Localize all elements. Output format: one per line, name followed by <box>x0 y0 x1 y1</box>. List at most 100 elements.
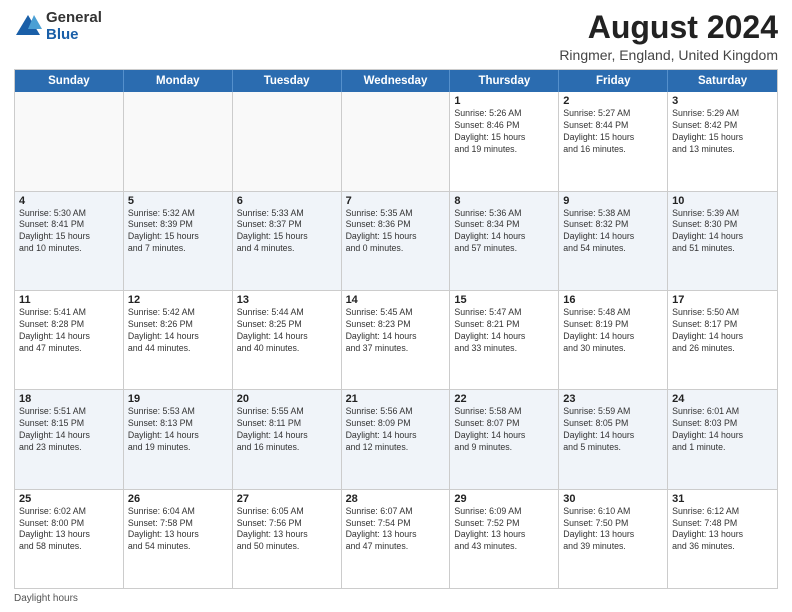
calendar-cell: 31Sunrise: 6:12 AM Sunset: 7:48 PM Dayli… <box>668 490 777 588</box>
cell-info: Sunrise: 6:04 AM Sunset: 7:58 PM Dayligh… <box>128 506 228 554</box>
logo-general: General <box>46 10 102 27</box>
calendar-week-1: 1Sunrise: 5:26 AM Sunset: 8:46 PM Daylig… <box>15 92 777 191</box>
logo-text: General Blue <box>46 10 102 43</box>
day-number: 1 <box>454 95 554 107</box>
calendar-cell: 27Sunrise: 6:05 AM Sunset: 7:56 PM Dayli… <box>233 490 342 588</box>
day-number: 23 <box>563 393 663 405</box>
day-number: 31 <box>672 493 773 505</box>
cell-info: Sunrise: 5:53 AM Sunset: 8:13 PM Dayligh… <box>128 406 228 454</box>
cell-info: Sunrise: 6:05 AM Sunset: 7:56 PM Dayligh… <box>237 506 337 554</box>
cell-info: Sunrise: 5:44 AM Sunset: 8:25 PM Dayligh… <box>237 307 337 355</box>
calendar-cell: 10Sunrise: 5:39 AM Sunset: 8:30 PM Dayli… <box>668 192 777 290</box>
cell-info: Sunrise: 6:12 AM Sunset: 7:48 PM Dayligh… <box>672 506 773 554</box>
calendar-cell: 8Sunrise: 5:36 AM Sunset: 8:34 PM Daylig… <box>450 192 559 290</box>
title-block: August 2024 Ringmer, England, United Kin… <box>559 10 778 63</box>
calendar-cell: 7Sunrise: 5:35 AM Sunset: 8:36 PM Daylig… <box>342 192 451 290</box>
footer-note: Daylight hours <box>14 593 778 604</box>
calendar-cell: 12Sunrise: 5:42 AM Sunset: 8:26 PM Dayli… <box>124 291 233 389</box>
logo: General Blue <box>14 10 102 43</box>
calendar-cell: 30Sunrise: 6:10 AM Sunset: 7:50 PM Dayli… <box>559 490 668 588</box>
day-number: 4 <box>19 195 119 207</box>
cell-info: Sunrise: 6:10 AM Sunset: 7:50 PM Dayligh… <box>563 506 663 554</box>
day-number: 20 <box>237 393 337 405</box>
calendar-cell: 22Sunrise: 5:58 AM Sunset: 8:07 PM Dayli… <box>450 390 559 488</box>
day-number: 7 <box>346 195 446 207</box>
header: General Blue August 2024 Ringmer, Englan… <box>14 10 778 63</box>
calendar-cell <box>15 92 124 190</box>
calendar-week-4: 18Sunrise: 5:51 AM Sunset: 8:15 PM Dayli… <box>15 390 777 489</box>
cell-info: Sunrise: 5:30 AM Sunset: 8:41 PM Dayligh… <box>19 208 119 256</box>
day-header-friday: Friday <box>559 70 668 92</box>
calendar-cell: 11Sunrise: 5:41 AM Sunset: 8:28 PM Dayli… <box>15 291 124 389</box>
cell-info: Sunrise: 5:50 AM Sunset: 8:17 PM Dayligh… <box>672 307 773 355</box>
calendar-body: 1Sunrise: 5:26 AM Sunset: 8:46 PM Daylig… <box>15 92 777 588</box>
calendar-header: SundayMondayTuesdayWednesdayThursdayFrid… <box>15 70 777 92</box>
day-header-wednesday: Wednesday <box>342 70 451 92</box>
calendar-cell: 17Sunrise: 5:50 AM Sunset: 8:17 PM Dayli… <box>668 291 777 389</box>
day-number: 13 <box>237 294 337 306</box>
day-number: 18 <box>19 393 119 405</box>
calendar-cell <box>124 92 233 190</box>
day-number: 17 <box>672 294 773 306</box>
day-number: 21 <box>346 393 446 405</box>
calendar-cell: 13Sunrise: 5:44 AM Sunset: 8:25 PM Dayli… <box>233 291 342 389</box>
day-number: 3 <box>672 95 773 107</box>
cell-info: Sunrise: 5:55 AM Sunset: 8:11 PM Dayligh… <box>237 406 337 454</box>
cell-info: Sunrise: 5:35 AM Sunset: 8:36 PM Dayligh… <box>346 208 446 256</box>
calendar-cell: 4Sunrise: 5:30 AM Sunset: 8:41 PM Daylig… <box>15 192 124 290</box>
day-number: 8 <box>454 195 554 207</box>
day-number: 10 <box>672 195 773 207</box>
calendar-cell: 9Sunrise: 5:38 AM Sunset: 8:32 PM Daylig… <box>559 192 668 290</box>
logo-icon <box>14 13 42 41</box>
day-number: 14 <box>346 294 446 306</box>
day-header-sunday: Sunday <box>15 70 124 92</box>
calendar-cell: 21Sunrise: 5:56 AM Sunset: 8:09 PM Dayli… <box>342 390 451 488</box>
calendar-cell: 14Sunrise: 5:45 AM Sunset: 8:23 PM Dayli… <box>342 291 451 389</box>
day-header-tuesday: Tuesday <box>233 70 342 92</box>
calendar-week-2: 4Sunrise: 5:30 AM Sunset: 8:41 PM Daylig… <box>15 192 777 291</box>
calendar-week-5: 25Sunrise: 6:02 AM Sunset: 8:00 PM Dayli… <box>15 490 777 588</box>
day-number: 30 <box>563 493 663 505</box>
day-header-monday: Monday <box>124 70 233 92</box>
cell-info: Sunrise: 6:01 AM Sunset: 8:03 PM Dayligh… <box>672 406 773 454</box>
calendar-cell: 16Sunrise: 5:48 AM Sunset: 8:19 PM Dayli… <box>559 291 668 389</box>
calendar-cell: 2Sunrise: 5:27 AM Sunset: 8:44 PM Daylig… <box>559 92 668 190</box>
calendar-cell: 6Sunrise: 5:33 AM Sunset: 8:37 PM Daylig… <box>233 192 342 290</box>
day-number: 2 <box>563 95 663 107</box>
day-number: 24 <box>672 393 773 405</box>
cell-info: Sunrise: 5:56 AM Sunset: 8:09 PM Dayligh… <box>346 406 446 454</box>
calendar-cell: 23Sunrise: 5:59 AM Sunset: 8:05 PM Dayli… <box>559 390 668 488</box>
day-header-thursday: Thursday <box>450 70 559 92</box>
subtitle: Ringmer, England, United Kingdom <box>559 47 778 63</box>
calendar-cell: 26Sunrise: 6:04 AM Sunset: 7:58 PM Dayli… <box>124 490 233 588</box>
day-number: 27 <box>237 493 337 505</box>
day-number: 26 <box>128 493 228 505</box>
day-number: 29 <box>454 493 554 505</box>
calendar-cell: 28Sunrise: 6:07 AM Sunset: 7:54 PM Dayli… <box>342 490 451 588</box>
day-number: 22 <box>454 393 554 405</box>
main-title: August 2024 <box>559 10 778 45</box>
calendar: SundayMondayTuesdayWednesdayThursdayFrid… <box>14 69 778 589</box>
day-header-saturday: Saturday <box>668 70 777 92</box>
logo-blue: Blue <box>46 27 102 44</box>
calendar-cell: 5Sunrise: 5:32 AM Sunset: 8:39 PM Daylig… <box>124 192 233 290</box>
day-number: 12 <box>128 294 228 306</box>
page: General Blue August 2024 Ringmer, Englan… <box>0 0 792 612</box>
cell-info: Sunrise: 5:33 AM Sunset: 8:37 PM Dayligh… <box>237 208 337 256</box>
calendar-week-3: 11Sunrise: 5:41 AM Sunset: 8:28 PM Dayli… <box>15 291 777 390</box>
day-number: 11 <box>19 294 119 306</box>
cell-info: Sunrise: 5:29 AM Sunset: 8:42 PM Dayligh… <box>672 108 773 156</box>
day-number: 15 <box>454 294 554 306</box>
cell-info: Sunrise: 5:51 AM Sunset: 8:15 PM Dayligh… <box>19 406 119 454</box>
cell-info: Sunrise: 5:47 AM Sunset: 8:21 PM Dayligh… <box>454 307 554 355</box>
calendar-cell: 18Sunrise: 5:51 AM Sunset: 8:15 PM Dayli… <box>15 390 124 488</box>
calendar-cell: 1Sunrise: 5:26 AM Sunset: 8:46 PM Daylig… <box>450 92 559 190</box>
day-number: 6 <box>237 195 337 207</box>
cell-info: Sunrise: 5:39 AM Sunset: 8:30 PM Dayligh… <box>672 208 773 256</box>
day-number: 25 <box>19 493 119 505</box>
day-number: 9 <box>563 195 663 207</box>
day-number: 5 <box>128 195 228 207</box>
cell-info: Sunrise: 5:36 AM Sunset: 8:34 PM Dayligh… <box>454 208 554 256</box>
cell-info: Sunrise: 5:26 AM Sunset: 8:46 PM Dayligh… <box>454 108 554 156</box>
day-number: 28 <box>346 493 446 505</box>
